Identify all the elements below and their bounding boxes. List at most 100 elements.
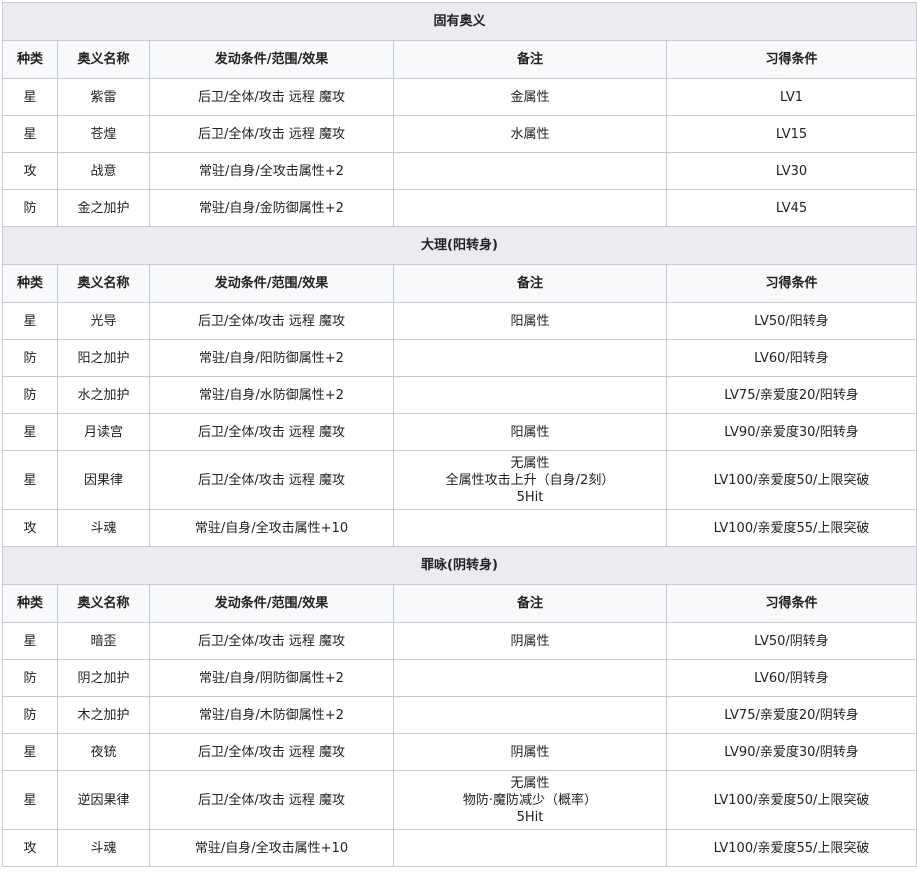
- section-title-row: 固有奥义: [2, 2, 917, 41]
- effect-cell: 常驻/自身/阴防御属性+2: [149, 659, 394, 697]
- effect-cell: 后卫/全体/攻击 远程 魔攻: [149, 78, 394, 116]
- type-cell: 攻: [2, 829, 58, 867]
- note-line: 全属性攻击上升（自身/2刻）: [445, 472, 615, 488]
- effect-cell: 后卫/全体/攻击 远程 魔攻: [149, 302, 394, 340]
- table-row: 星因果律 后卫/全体/攻击 远程 魔攻 无属性 全属性攻击上升（自身/2刻） 5Hit L…: [2, 450, 917, 510]
- name-cell: 斗魂: [57, 829, 150, 867]
- name-cell: 水之加护: [57, 376, 150, 414]
- table-row: 星夜铳 后卫/全体/攻击 远程 魔攻 阴属性 LV90/亲爱度30/阴转身: [2, 733, 917, 771]
- table-row: 星光导 后卫/全体/攻击 远程 魔攻 阳属性 LV50/阳转身: [2, 302, 917, 340]
- table-row: 攻战意 常驻/自身/全攻击属性+2 LV30: [2, 152, 917, 190]
- note-cell: [393, 152, 667, 190]
- section-title: 固有奥义: [2, 2, 917, 41]
- effect-cell: 后卫/全体/攻击 远程 魔攻: [149, 413, 394, 451]
- note-line: 阳属性: [510, 313, 550, 329]
- skills-table-body: 固有奥义 种类 奥义名称 发动条件/范围/效果 备注 习得条件星紫雷 后卫/全体/攻击 远程…: [2, 2, 917, 867]
- effect-cell: 常驻/自身/阳防御属性+2: [149, 339, 394, 377]
- column-header: 习得条件: [666, 264, 917, 303]
- column-header: 习得条件: [666, 40, 917, 79]
- column-header: 习得条件: [666, 584, 917, 623]
- name-cell: 苍煌: [57, 115, 150, 153]
- column-header-row: 种类 奥义名称 发动条件/范围/效果 备注 习得条件: [2, 584, 917, 623]
- column-header: 奥义名称: [57, 584, 150, 623]
- note-cell: [393, 696, 667, 734]
- section-title-row: 大理(阳转身): [2, 226, 917, 265]
- req-cell: LV60/阴转身: [666, 659, 917, 697]
- note-cell: 水属性: [393, 115, 667, 153]
- note-cell: [393, 339, 667, 377]
- req-cell: LV60/阳转身: [666, 339, 917, 377]
- type-cell: 星: [2, 302, 58, 340]
- table-row: 攻斗魂 常驻/自身/全攻击属性+10 LV100/亲爱度55/上限突破: [2, 829, 917, 867]
- req-cell: LV1: [666, 78, 917, 116]
- column-header-row: 种类 奥义名称 发动条件/范围/效果 备注 习得条件: [2, 40, 917, 79]
- effect-cell: 后卫/全体/攻击 远程 魔攻: [149, 115, 394, 153]
- req-cell: LV90/亲爱度30/阴转身: [666, 733, 917, 771]
- type-cell: 防: [2, 189, 58, 227]
- effect-cell: 常驻/自身/全攻击属性+10: [149, 829, 394, 867]
- name-cell: 月读宫: [57, 413, 150, 451]
- column-header: 种类: [2, 264, 58, 303]
- name-cell: 战意: [57, 152, 150, 190]
- note-line: 无属性: [510, 775, 550, 791]
- column-header: 发动条件/范围/效果: [149, 584, 394, 623]
- note-cell: [393, 829, 667, 867]
- name-cell: 因果律: [57, 450, 150, 510]
- table-row: 防金之加护 常驻/自身/金防御属性+2 LV45: [2, 189, 917, 227]
- type-cell: 星: [2, 115, 58, 153]
- note-cell: 无属性 全属性攻击上升（自身/2刻） 5Hit: [393, 450, 667, 510]
- type-cell: 星: [2, 413, 58, 451]
- req-cell: LV45: [666, 189, 917, 227]
- table-row: 防水之加护 常驻/自身/水防御属性+2 LV75/亲爱度20/阳转身: [2, 376, 917, 414]
- name-cell: 逆因果律: [57, 770, 150, 830]
- req-cell: LV15: [666, 115, 917, 153]
- req-cell: LV100/亲爱度50/上限突破: [666, 770, 917, 830]
- note-line: 阳属性: [510, 424, 550, 440]
- column-header: 种类: [2, 584, 58, 623]
- name-cell: 光导: [57, 302, 150, 340]
- table-row: 星紫雷 后卫/全体/攻击 远程 魔攻 金属性 LV1: [2, 78, 917, 116]
- type-cell: 星: [2, 770, 58, 830]
- column-header: 发动条件/范围/效果: [149, 264, 394, 303]
- type-cell: 防: [2, 696, 58, 734]
- note-cell: 无属性 物防·魔防减少（概率） 5Hit: [393, 770, 667, 830]
- type-cell: 防: [2, 376, 58, 414]
- name-cell: 阴之加护: [57, 659, 150, 697]
- note-cell: [393, 189, 667, 227]
- note-line: 5Hit: [516, 809, 544, 825]
- note-cell: 阴属性: [393, 733, 667, 771]
- req-cell: LV90/亲爱度30/阳转身: [666, 413, 917, 451]
- req-cell: LV75/亲爱度20/阳转身: [666, 376, 917, 414]
- table-row: 星逆因果律 后卫/全体/攻击 远程 魔攻 无属性 物防·魔防减少（概率） 5Hit LV1…: [2, 770, 917, 830]
- table-row: 防木之加护 常驻/自身/木防御属性+2 LV75/亲爱度20/阴转身: [2, 696, 917, 734]
- column-header: 备注: [393, 40, 667, 79]
- note-cell: [393, 659, 667, 697]
- effect-cell: 后卫/全体/攻击 远程 魔攻: [149, 733, 394, 771]
- table-row: 星暗歪 后卫/全体/攻击 远程 魔攻 阴属性 LV50/阴转身: [2, 622, 917, 660]
- section-title-row: 罪咏(阴转身): [2, 546, 917, 585]
- note-line: 5Hit: [516, 489, 544, 505]
- effect-cell: 后卫/全体/攻击 远程 魔攻: [149, 622, 394, 660]
- effect-cell: 常驻/自身/全攻击属性+2: [149, 152, 394, 190]
- note-line: 阴属性: [510, 633, 550, 649]
- column-header: 发动条件/范围/效果: [149, 40, 394, 79]
- note-cell: 阴属性: [393, 622, 667, 660]
- type-cell: 攻: [2, 509, 58, 547]
- type-cell: 攻: [2, 152, 58, 190]
- note-cell: 金属性: [393, 78, 667, 116]
- skills-table: 固有奥义 种类 奥义名称 发动条件/范围/效果 备注 习得条件星紫雷 后卫/全体/攻击 远程…: [2, 2, 917, 867]
- type-cell: 星: [2, 450, 58, 510]
- note-cell: [393, 509, 667, 547]
- column-header: 奥义名称: [57, 40, 150, 79]
- effect-cell: 常驻/自身/水防御属性+2: [149, 376, 394, 414]
- type-cell: 防: [2, 339, 58, 377]
- name-cell: 斗魂: [57, 509, 150, 547]
- effect-cell: 后卫/全体/攻击 远程 魔攻: [149, 450, 394, 510]
- note-cell: 阳属性: [393, 413, 667, 451]
- effect-cell: 常驻/自身/金防御属性+2: [149, 189, 394, 227]
- req-cell: LV100/亲爱度55/上限突破: [666, 829, 917, 867]
- column-header-row: 种类 奥义名称 发动条件/范围/效果 备注 习得条件: [2, 264, 917, 303]
- note-line: 阴属性: [510, 744, 550, 760]
- type-cell: 星: [2, 733, 58, 771]
- name-cell: 夜铳: [57, 733, 150, 771]
